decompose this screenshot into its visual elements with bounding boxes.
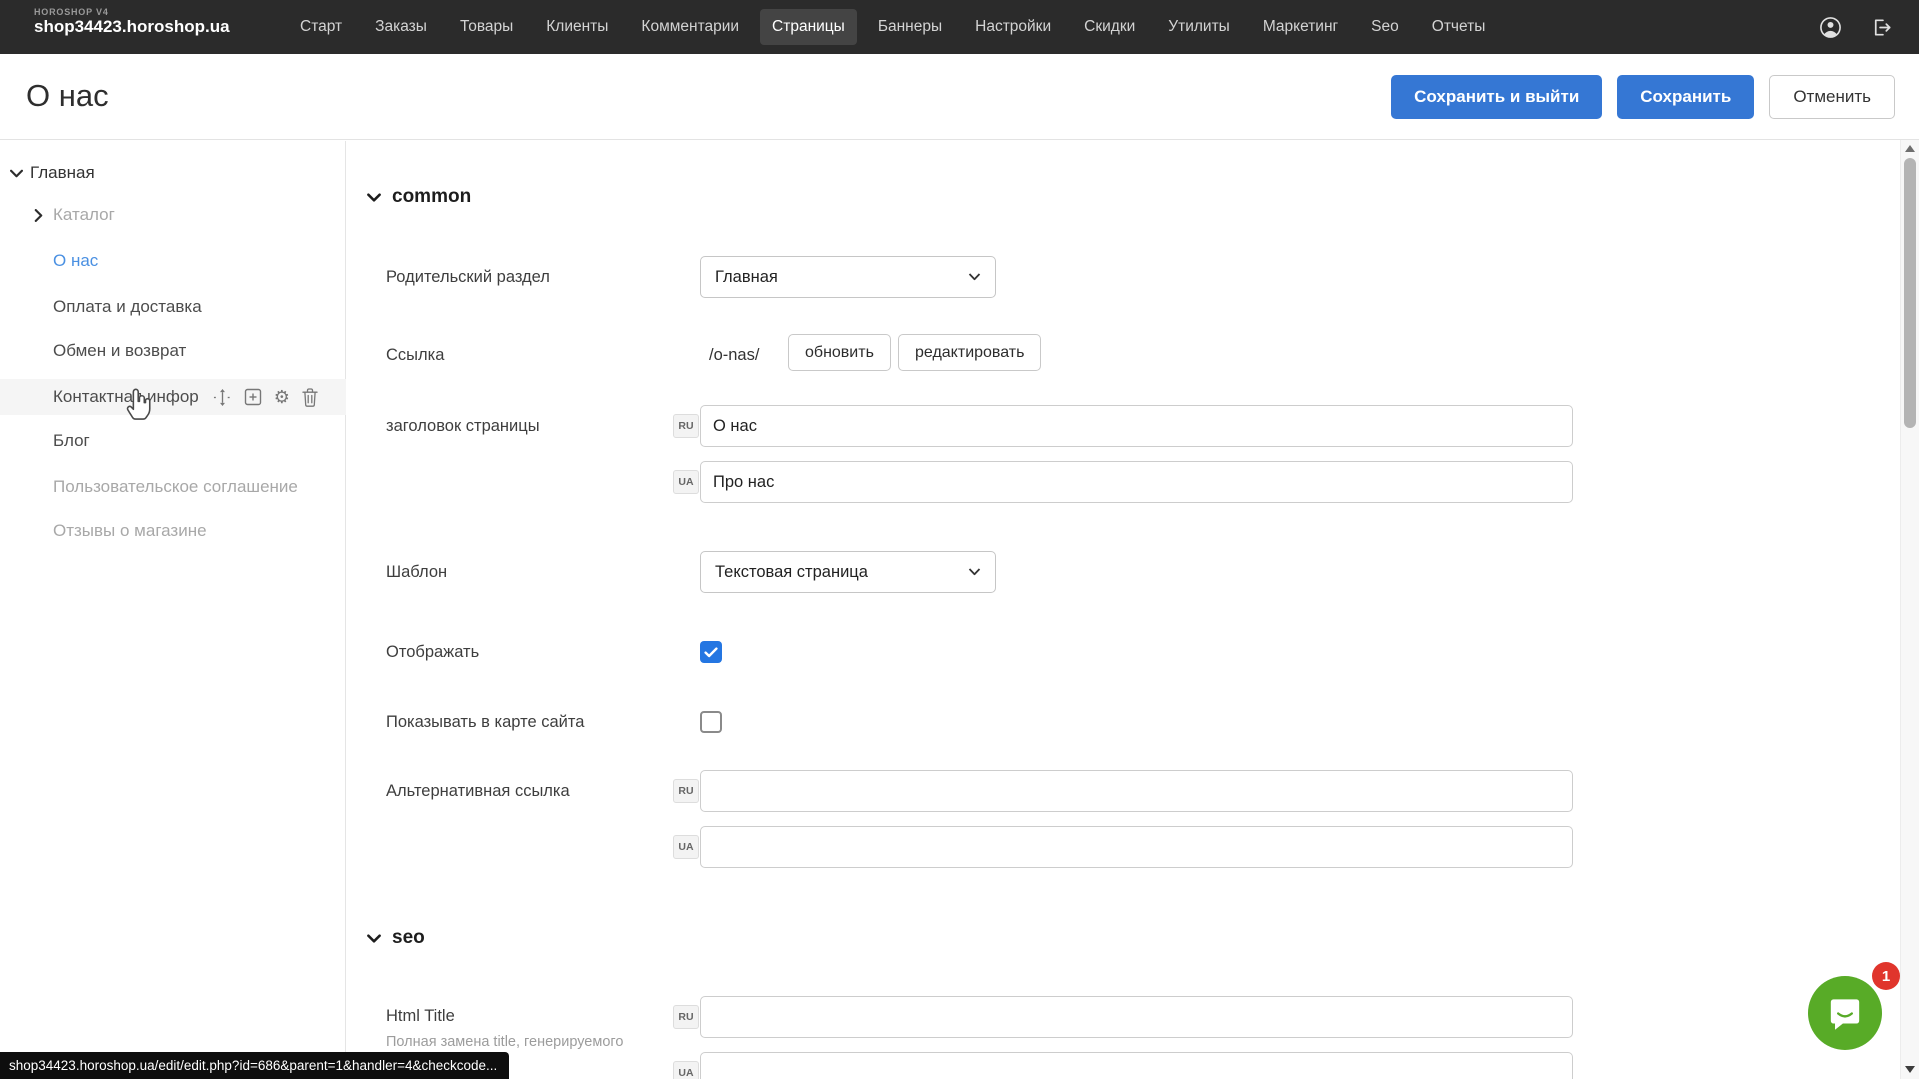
chat-unread-badge: 1 (1872, 962, 1900, 990)
save-and-exit-button[interactable]: Сохранить и выйти (1391, 75, 1602, 119)
scroll-down-arrow[interactable] (1905, 1066, 1915, 1073)
cancel-button[interactable]: Отменить (1769, 75, 1895, 119)
move-icon[interactable] (213, 388, 232, 407)
alt-link-ru-input[interactable] (700, 770, 1573, 812)
sidebar-item-label: Контактная инфор (53, 387, 199, 407)
sidebar-item-label: Обмен и возврат (53, 341, 186, 361)
sidebar-item-label: Главная (30, 163, 95, 183)
scrollbar-thumb[interactable] (1904, 158, 1916, 428)
page-edit-form: common Родительский раздел Главная Ссылк… (347, 141, 1900, 1079)
page-title-ua-input[interactable] (700, 461, 1573, 503)
sidebar-item-katalog[interactable]: Каталог (0, 198, 346, 232)
sidebar-item-obmen[interactable]: Обмен и возврат (0, 334, 346, 368)
lang-ru-badge: RU (673, 1005, 699, 1029)
parent-section-label: Родительский раздел (386, 268, 550, 287)
sidebar-item-glavnaya[interactable]: Главная (0, 156, 346, 190)
chevron-down-icon (367, 934, 381, 943)
chevron-right-icon[interactable] (34, 209, 43, 222)
chevron-down-icon (968, 273, 981, 281)
status-url-tooltip: shop34423.horoshop.ua/edit/edit.php?id=6… (0, 1052, 509, 1079)
display-label: Отображать (386, 643, 479, 662)
nav-item-orders[interactable]: Заказы (363, 9, 439, 45)
alt-link-ua-input[interactable] (700, 826, 1573, 868)
sidebar-item-otzyvy[interactable]: Отзывы о магазине (0, 514, 346, 548)
sitemap-label: Показывать в карте сайта (386, 713, 584, 732)
check-icon (704, 647, 718, 658)
nav-item-clients[interactable]: Клиенты (534, 9, 620, 45)
section-seo-title: seo (392, 927, 425, 949)
nav-item-comments[interactable]: Комментарии (629, 9, 751, 45)
section-common-toggle[interactable]: common (367, 186, 471, 208)
sidebar-item-label: Каталог (53, 205, 115, 225)
template-label: Шаблон (386, 563, 447, 582)
nav-item-banners[interactable]: Баннеры (866, 9, 954, 45)
sidebar-item-o-nas[interactable]: О нас (0, 244, 346, 278)
scroll-up-arrow[interactable] (1905, 145, 1915, 152)
account-icon[interactable] (1819, 16, 1842, 39)
nav-item-discounts[interactable]: Скидки (1072, 9, 1147, 45)
top-navbar: HOROSHOP V4 shop34423.horoshop.ua Старт … (0, 0, 1919, 54)
sidebar-item-label: Отзывы о магазине (53, 521, 207, 541)
chevron-down-icon[interactable] (10, 169, 23, 178)
main-menu: Старт Заказы Товары Клиенты Комментарии … (288, 0, 1497, 54)
chat-widget-button[interactable] (1808, 976, 1882, 1050)
brand-logo[interactable]: HOROSHOP V4 shop34423.horoshop.ua (34, 8, 230, 37)
link-label: Ссылка (386, 346, 444, 365)
nav-item-reports[interactable]: Отчеты (1420, 9, 1498, 45)
nav-item-utilities[interactable]: Утилиты (1156, 9, 1242, 45)
sidebar-item-blog[interactable]: Блог (0, 424, 346, 458)
link-refresh-button[interactable]: обновить (788, 334, 891, 371)
template-select[interactable]: Текстовая страница (700, 551, 996, 593)
link-value: /o-nas/ (709, 346, 759, 365)
section-seo-toggle[interactable]: seo (367, 927, 425, 949)
logout-icon[interactable] (1870, 16, 1893, 39)
nav-item-seo[interactable]: Seo (1359, 9, 1411, 45)
page-title-label: заголовок страницы (386, 417, 540, 436)
page-header: О нас Сохранить и выйти Сохранить Отмени… (0, 54, 1919, 140)
chat-bubble-icon (1824, 992, 1866, 1034)
trash-icon[interactable] (302, 388, 318, 407)
add-page-icon[interactable] (244, 388, 262, 406)
html-title-ua-input[interactable] (700, 1052, 1573, 1079)
nav-item-settings[interactable]: Настройки (963, 9, 1063, 45)
link-edit-button[interactable]: редактировать (898, 334, 1041, 371)
nav-item-pages[interactable]: Страницы (760, 9, 857, 45)
sidebar-item-label: Блог (53, 431, 90, 451)
chevron-down-icon (968, 568, 981, 576)
html-title-label: Html Title (386, 1007, 455, 1026)
nav-item-marketing[interactable]: Маркетинг (1251, 9, 1350, 45)
parent-section-select[interactable]: Главная (700, 256, 996, 298)
lang-ua-badge: UA (673, 835, 699, 859)
sidebar-item-soglashenie[interactable]: Пользовательское соглашение (0, 470, 346, 504)
html-title-ru-input[interactable] (700, 996, 1573, 1038)
pages-tree-sidebar: Главная Каталог О нас Оплата и доставка … (0, 141, 346, 1079)
template-value: Текстовая страница (715, 563, 868, 582)
section-common-title: common (392, 186, 471, 208)
lang-ua-badge: UA (673, 470, 699, 494)
lang-ru-badge: RU (673, 779, 699, 803)
sitemap-checkbox[interactable] (700, 711, 722, 733)
sidebar-item-label: Оплата и доставка (53, 297, 202, 317)
sidebar-item-kontaktnaya[interactable]: Контактная инфор ⚙ (0, 379, 346, 415)
page-title-ru-input[interactable] (700, 405, 1573, 447)
brand-domain: shop34423.horoshop.ua (34, 18, 230, 37)
nav-item-products[interactable]: Товары (448, 9, 525, 45)
lang-ru-badge: RU (673, 414, 699, 438)
save-button[interactable]: Сохранить (1617, 75, 1754, 119)
sidebar-item-label: Пользовательское соглашение (53, 477, 298, 497)
nav-item-start[interactable]: Старт (288, 9, 354, 45)
parent-section-value: Главная (715, 268, 778, 287)
lang-ua-badge: UA (673, 1061, 699, 1079)
alt-link-label: Альтернативная ссылка (386, 782, 570, 801)
sidebar-item-oplata[interactable]: Оплата и доставка (0, 290, 346, 324)
sidebar-item-label: О нас (53, 251, 98, 271)
display-checkbox[interactable] (700, 641, 722, 663)
chevron-down-icon (367, 193, 381, 202)
html-title-hint: Полная замена title, генерируемого (386, 1034, 623, 1050)
gear-icon[interactable]: ⚙ (274, 388, 290, 406)
vertical-scrollbar[interactable] (1900, 140, 1919, 1079)
page-title: О нас (26, 78, 109, 114)
